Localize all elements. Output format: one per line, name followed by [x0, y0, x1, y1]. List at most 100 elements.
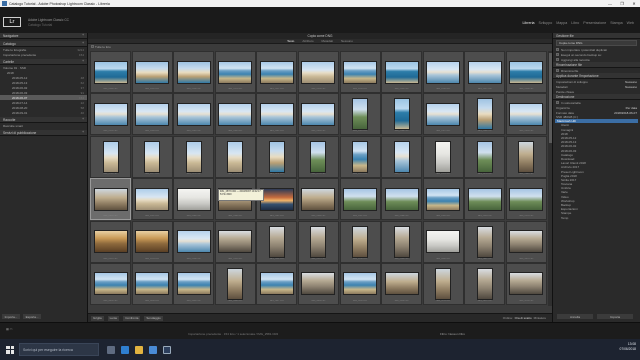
thumbnail-cell[interactable]: IMG_2593.CR2 [131, 220, 173, 263]
filter-attributo[interactable]: Attributo [302, 39, 313, 43]
photo-thumbnail[interactable] [393, 140, 410, 173]
photo-thumbnail[interactable] [343, 60, 378, 84]
photo-thumbnail[interactable] [435, 267, 452, 300]
photo-thumbnail[interactable] [352, 225, 369, 258]
thumbnail-cell[interactable]: IMG_2580.CR2 [505, 135, 547, 178]
thumbnail-cell[interactable]: IMG_2564.CR2 [297, 93, 339, 136]
checkbox-icon[interactable] [556, 101, 559, 104]
sort-value[interactable]: Ora di scatto [515, 316, 532, 320]
add-icon[interactable]: + [82, 33, 84, 37]
photo-thumbnail[interactable] [343, 187, 378, 211]
thumbnail-cell[interactable]: IMG_2594.CR2 [173, 220, 215, 263]
thumbnail-cell[interactable]: IMG_2600.CR2 [422, 220, 464, 263]
photo-thumbnail[interactable] [218, 230, 253, 254]
panel-header[interactable]: Gestione file [553, 33, 640, 39]
thumbnail-cell[interactable]: IMG_2596.CR2 [256, 220, 298, 263]
photo-thumbnail[interactable] [384, 272, 419, 296]
thumbnail-cell[interactable]: IMG_2556.CR2 [422, 51, 464, 93]
module-stampa[interactable]: Stampa [610, 21, 622, 25]
add-icon[interactable]: + [82, 117, 84, 121]
folder-item[interactable]: Importazione precedente 154 [0, 52, 87, 57]
photo-thumbnail[interactable] [426, 102, 461, 126]
thumbnail-cell[interactable]: IMG_2589.CR2 [422, 178, 464, 221]
photo-thumbnail[interactable] [102, 140, 119, 173]
thumbnail-cell[interactable]: IMG_2563.CR2 [256, 93, 298, 136]
checkbox-icon[interactable] [556, 48, 559, 51]
thumbnail-cell[interactable]: IMG_2590.CR2 [464, 178, 506, 221]
photo-thumbnail[interactable] [227, 267, 244, 300]
thumbnail-cell[interactable]: IMG_2550.CR2 [173, 51, 215, 93]
destination-folder[interactable]: Temp [553, 216, 640, 220]
survey-view-button[interactable]: Sondaggio [144, 315, 163, 321]
photo-thumbnail[interactable] [135, 102, 170, 126]
thumbnail-cell[interactable]: IMG_2597.CR2 [297, 220, 339, 263]
photo-thumbnail[interactable] [135, 60, 170, 84]
photo-thumbnail[interactable] [259, 187, 294, 211]
thumbnail-cell[interactable]: IMG_2609.CR2 [339, 262, 381, 305]
taskbar-search-input[interactable]: Scrivi qui per eseguire la ricerca [19, 343, 99, 356]
photo-thumbnail[interactable] [301, 187, 336, 211]
thumbnail-cell[interactable]: IMG_2569.CR2 [505, 93, 547, 136]
photo-thumbnail[interactable] [135, 272, 170, 296]
module-sviluppo[interactable]: Sviluppo [539, 21, 553, 25]
thumbnail-cell[interactable]: IMG_2591.CR2 [505, 178, 547, 221]
thumbnail-cell[interactable]: IMG_2554.CR2 [339, 51, 381, 93]
photo-thumbnail[interactable] [518, 140, 535, 173]
photo-thumbnail[interactable] [343, 272, 378, 296]
thumbnail-cell[interactable]: IMG_2561.CR2 [173, 93, 215, 136]
photo-thumbnail[interactable] [268, 225, 285, 258]
photo-thumbnail[interactable] [176, 272, 211, 296]
photo-thumbnail[interactable] [509, 60, 544, 84]
photo-thumbnail[interactable] [310, 225, 327, 258]
module-mappa[interactable]: Mappa [556, 21, 567, 25]
filter-metadati[interactable]: Metadati [322, 39, 334, 43]
photo-thumbnail[interactable] [93, 272, 128, 296]
photo-thumbnail[interactable] [185, 140, 202, 173]
option-value[interactable]: Per data [626, 106, 637, 110]
filmstrip-filter-value[interactable]: Nessun filtro [448, 332, 465, 336]
thumbnail-cell[interactable]: IMG_2557.CR2 [464, 51, 506, 93]
thumbnail-cell[interactable]: IMG_2605.CR2 [173, 262, 215, 305]
thumbnail-cell[interactable]: IMG_2568.CR2 [464, 93, 506, 136]
checkbox-icon[interactable] [556, 53, 559, 56]
photo-thumbnail[interactable] [426, 230, 461, 254]
thumbnail-cell[interactable]: IMG_2559.CR2 [90, 93, 131, 136]
photo-thumbnail[interactable] [476, 267, 493, 300]
dropdown-field[interactable]: Copia come DNG [556, 40, 637, 46]
add-icon[interactable]: + [82, 130, 84, 134]
photo-thumbnail[interactable] [476, 225, 493, 258]
module-libro[interactable]: Libro [571, 21, 579, 25]
thumbnail-cell[interactable]: IMG_2570.CR2 [90, 135, 131, 178]
photo-thumbnail[interactable] [135, 230, 170, 254]
photo-thumbnail[interactable] [301, 102, 336, 126]
photo-thumbnail[interactable] [509, 230, 544, 254]
thumbnail-cell[interactable]: IMG_2581.CR2 [90, 178, 131, 221]
add-icon[interactable]: + [82, 41, 84, 45]
photo-thumbnail[interactable] [352, 98, 369, 131]
thumbnail-cell[interactable]: IMG_2555.CR2 [381, 51, 423, 93]
thumbnail-cell[interactable]: IMG_2601.CR2 [464, 220, 506, 263]
edge-browser-icon[interactable] [121, 345, 129, 354]
folder-item[interactable]: 2018-09-01 40 [0, 110, 87, 115]
photo-thumbnail[interactable] [176, 187, 211, 211]
photo-thumbnail[interactable] [384, 187, 419, 211]
panel-header[interactable]: Navigatore + [0, 33, 87, 39]
task-view-icon[interactable] [107, 345, 115, 354]
photo-thumbnail[interactable] [259, 102, 294, 126]
thumbnail-cell[interactable]: IMG_2579.CR2 [464, 135, 506, 178]
thumbnail-cell[interactable]: IMG_2613.CR2 [505, 262, 547, 305]
compare-view-button[interactable]: Confronta [123, 315, 141, 321]
photo-thumbnail[interactable] [393, 98, 410, 131]
thumbnail-cell[interactable]: IMG_2598.CR2 [339, 220, 381, 263]
loupe-view-button[interactable]: Lente [107, 315, 120, 321]
grid-view-button[interactable]: Griglia [91, 315, 104, 321]
thumbnail-cell[interactable]: IMG_2607.CR2 [256, 262, 298, 305]
photo-thumbnail[interactable] [218, 102, 253, 126]
thumbnail-cell[interactable]: IMG_2610.CR2 [381, 262, 423, 305]
maximize-button[interactable]: ❐ [616, 0, 628, 7]
photo-thumbnail[interactable] [135, 187, 170, 211]
system-tray-clock[interactable]: 13:08 07/06/2018 [619, 342, 636, 352]
thumbnail-cell[interactable]: IMG_2571.CR2 [131, 135, 173, 178]
photo-thumbnail[interactable] [467, 187, 502, 211]
thumbnail-cell[interactable]: IMG_2583.CR2 [173, 178, 215, 221]
